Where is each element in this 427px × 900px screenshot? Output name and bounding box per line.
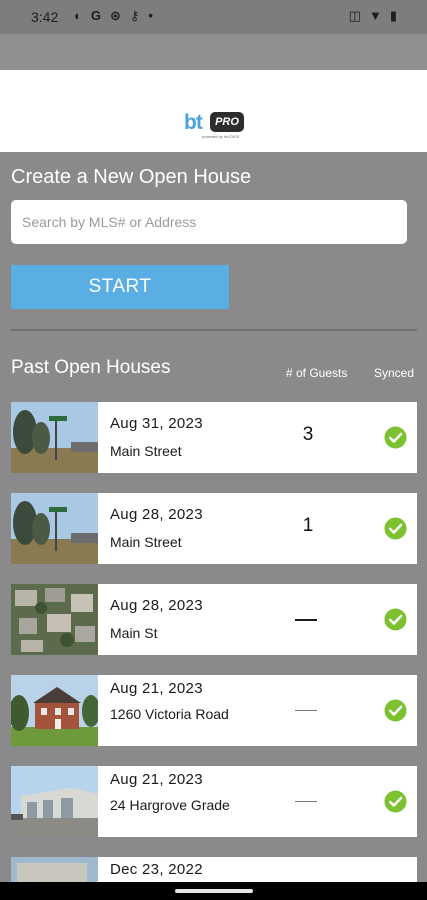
synced-check-icon — [384, 608, 407, 631]
open-house-row[interactable]: Aug 31, 2023 Main Street 3 — [11, 402, 417, 473]
section-divider — [11, 329, 417, 331]
guest-count: 1 — [302, 515, 314, 536]
app-bar — [0, 34, 427, 70]
create-open-house-title: Create a New Open House — [11, 166, 252, 188]
open-house-row[interactable]: Aug 28, 2023 Main St — [11, 584, 417, 655]
open-house-date: Aug 21, 2023 — [110, 771, 203, 788]
synced-check-icon — [384, 517, 407, 540]
start-button[interactable]: START — [11, 265, 229, 309]
synced-check-icon — [384, 790, 407, 813]
street-sign-photo — [11, 402, 98, 473]
building-photo — [11, 857, 98, 882]
no-guests-dash — [295, 801, 317, 802]
guests-column-header: # of Guests — [286, 366, 348, 380]
wifi-icon: ▼ — [368, 8, 382, 23]
app-swirl-icon: ⊛ — [109, 8, 121, 23]
open-house-date: Aug 28, 2023 — [110, 597, 203, 614]
bt-pro-logo: bt PRO powered by InVOICE — [184, 110, 244, 142]
google-g-icon: G — [90, 8, 101, 23]
street-sign-photo — [11, 493, 98, 564]
open-house-date: Aug 21, 2023 — [110, 680, 203, 697]
aerial-houses-photo — [11, 584, 98, 655]
synced-check-icon — [384, 699, 407, 722]
key-icon: ⚷ — [129, 8, 140, 23]
open-house-row[interactable]: Aug 21, 2023 24 Hargrove Grade — [11, 766, 417, 837]
search-input[interactable] — [11, 200, 407, 244]
navigation-bar — [0, 882, 427, 900]
guest-count: 3 — [302, 424, 314, 445]
status-time: 3:42 — [31, 9, 59, 25]
open-house-row[interactable]: Aug 21, 2023 1260 Victoria Road — [11, 675, 417, 746]
app-circle-icon: ◐ — [74, 8, 82, 23]
open-house-address: Main Street — [110, 534, 182, 550]
no-guests-dash — [295, 619, 317, 621]
battery-icon: ▮ — [389, 8, 397, 23]
open-house-row[interactable]: Dec 23, 2022 — [11, 857, 417, 882]
no-guests-dash — [295, 710, 317, 711]
logo-pro-badge: PRO — [210, 112, 244, 132]
notification-icons: ◐ G ⊛ ⚷ • — [74, 8, 153, 24]
open-house-address: 1260 Victoria Road — [110, 706, 229, 722]
past-open-houses-title: Past Open Houses — [11, 357, 171, 378]
main-content: Create a New Open House START Past Open … — [0, 152, 427, 882]
synced-column-header: Synced — [374, 366, 415, 380]
logo-header: bt PRO powered by InVOICE — [0, 70, 427, 152]
brick-house-photo — [11, 675, 98, 746]
open-house-date: Aug 28, 2023 — [110, 506, 203, 523]
system-icons: ◫ ▼ ▮ — [349, 8, 397, 24]
synced-check-icon — [384, 426, 407, 449]
home-gesture-handle[interactable] — [175, 889, 253, 893]
logo-bt-text: bt — [184, 111, 203, 134]
dot-icon: • — [148, 8, 153, 23]
open-house-date: Dec 23, 2022 — [110, 861, 203, 878]
open-house-address: Main Street — [110, 443, 182, 459]
open-house-row[interactable]: Aug 28, 2023 Main Street 1 — [11, 493, 417, 564]
open-house-date: Aug 31, 2023 — [110, 415, 203, 432]
open-house-address: Main St — [110, 625, 158, 641]
open-house-address: 24 Hargrove Grade — [110, 797, 230, 813]
warehouse-photo — [11, 766, 98, 837]
status-bar: 3:42 ◐ G ⊛ ⚷ • ◫ ▼ ▮ — [0, 0, 427, 34]
logo-subtitle: powered by InVOICE — [202, 134, 240, 139]
vibrate-icon: ◫ — [348, 8, 361, 23]
